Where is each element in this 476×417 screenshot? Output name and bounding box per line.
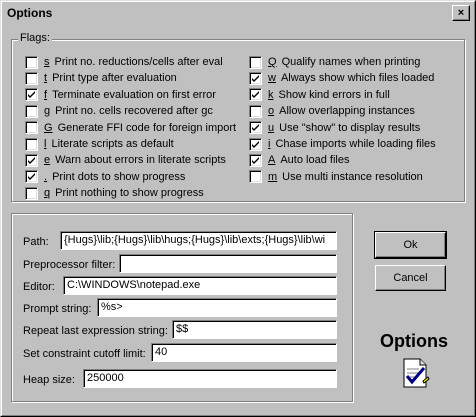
flag-label: Auto load files xyxy=(280,154,350,167)
flag-label: Generate FFI code for foreign import xyxy=(57,121,237,134)
check-icon xyxy=(252,124,259,132)
flag-checkbox[interactable] xyxy=(25,104,38,118)
flag-checkbox[interactable] xyxy=(249,104,262,118)
flag-key: . xyxy=(44,170,48,183)
check-icon xyxy=(252,156,259,164)
flag-m[interactable]: m Use multi instance resolution xyxy=(249,169,423,185)
flag-checkbox[interactable] xyxy=(25,137,38,151)
prompt-label: Prompt string: xyxy=(23,303,92,315)
flags-group-label: Flags: xyxy=(18,32,52,44)
flag-key: s xyxy=(44,56,50,68)
flag-key: A xyxy=(268,154,276,167)
flag-key: w xyxy=(268,72,276,85)
flag-Q[interactable]: Q Qualify names when printing xyxy=(249,54,420,70)
repeat-field[interactable]: $$ xyxy=(172,320,337,339)
prompt-field[interactable]: %s> xyxy=(97,298,337,317)
flag-checkbox[interactable] xyxy=(25,71,38,85)
flag-key: g xyxy=(44,105,51,118)
flag-key: l xyxy=(44,138,47,150)
flag-label: Allow overlapping instances xyxy=(279,105,415,118)
options-logo-text: Options xyxy=(380,331,448,351)
check-icon xyxy=(28,156,35,164)
options-dialog: Options × Flags: s Print no. reductions/c… xyxy=(0,0,476,417)
flag-label: Use "show" to display results xyxy=(279,121,421,134)
editor-field[interactable]: C:\WINDOWS\notepad.exe xyxy=(63,276,337,295)
flag-k[interactable]: k Show kind errors in full xyxy=(249,87,390,103)
cutoff-field[interactable]: 40 xyxy=(151,343,337,362)
ok-button[interactable]: Ok xyxy=(374,231,447,259)
path-label: Path: xyxy=(23,236,49,248)
cutoff-label: Set constraint cutoff limit: xyxy=(23,348,146,360)
flag-label: Print no. cells recovered after gc xyxy=(55,105,213,118)
flag-label: Chase imports while loading files xyxy=(275,138,436,150)
close-button[interactable]: × xyxy=(452,5,470,21)
flag-label: Qualify names when printing xyxy=(281,56,421,68)
check-icon xyxy=(252,140,259,148)
flag-checkbox[interactable] xyxy=(249,137,262,151)
flag-u[interactable]: u Use "show" to display results xyxy=(249,120,420,136)
flag-G[interactable]: G Generate FFI code for foreign import xyxy=(25,120,236,136)
flag-checkbox[interactable] xyxy=(25,153,38,167)
flag-q[interactable]: q Print nothing to show progress xyxy=(25,185,204,201)
check-icon xyxy=(252,74,259,82)
path-field[interactable]: {Hugs}\lib;{Hugs}\lib\hugs;{Hugs}\lib\ex… xyxy=(60,231,337,250)
flag-label: Terminate evaluation on first error xyxy=(52,88,216,101)
flag-key: e xyxy=(44,154,51,167)
title-bar[interactable]: Options × xyxy=(4,4,472,22)
flag-key: q xyxy=(44,187,51,200)
flag-key: u xyxy=(268,121,275,134)
flag-checkbox[interactable] xyxy=(249,88,262,102)
check-icon xyxy=(28,91,35,99)
preprocessor-label: Preprocessor filter: xyxy=(23,259,116,271)
options-checklist-icon xyxy=(403,358,430,388)
flag-checkbox[interactable] xyxy=(25,121,38,135)
heap-field[interactable]: 250000 xyxy=(83,369,337,388)
check-icon xyxy=(252,91,259,99)
flag-checkbox[interactable] xyxy=(25,170,38,184)
flag-key: m xyxy=(268,170,278,183)
flag-label: Warn about errors in literate scripts xyxy=(55,154,226,167)
preprocessor-field[interactable] xyxy=(119,254,337,273)
flag-checkbox[interactable] xyxy=(249,153,262,167)
flag-key: f xyxy=(44,88,48,101)
flag-s[interactable]: s Print no. reductions/cells after eval xyxy=(25,54,223,70)
check-icon xyxy=(28,173,35,181)
flag-f[interactable]: f Terminate evaluation on first error xyxy=(25,87,216,103)
flag-checkbox[interactable] xyxy=(249,170,262,184)
flag-label: Print no. reductions/cells after eval xyxy=(54,56,223,68)
flag-key: i xyxy=(268,138,271,150)
flag-t[interactable]: t Print type after evaluation xyxy=(25,70,177,86)
flag-label: Always show which files loaded xyxy=(280,72,435,85)
flag-checkbox[interactable] xyxy=(249,55,262,69)
flag-label: Print type after evaluation xyxy=(52,72,177,85)
flag-key: G xyxy=(44,121,53,134)
flag-checkbox[interactable] xyxy=(249,71,262,85)
flag-w[interactable]: w Always show which files loaded xyxy=(249,70,434,86)
heap-label: Heap size: xyxy=(23,374,75,386)
flag-label: Literate scripts as default xyxy=(51,138,174,150)
flag-label: Print nothing to show progress xyxy=(55,187,204,200)
flag-label: Show kind errors in full xyxy=(278,88,390,101)
flag-g[interactable]: g Print no. cells recovered after gc xyxy=(25,103,213,119)
flag-key: k xyxy=(268,88,274,101)
flag-e[interactable]: e Warn about errors in literate scripts xyxy=(25,152,226,168)
flag-o[interactable]: o Allow overlapping instances xyxy=(249,103,415,119)
flag-checkbox[interactable] xyxy=(25,88,38,102)
flag-key: t xyxy=(44,72,48,85)
repeat-label: Repeat last expression string: xyxy=(23,325,168,337)
window-title: Options xyxy=(7,6,53,20)
flag-l[interactable]: l Literate scripts as default xyxy=(25,136,174,152)
flag-A[interactable]: A Auto load files xyxy=(249,152,349,168)
flag-key: Q xyxy=(268,56,277,68)
flag-key: o xyxy=(268,105,275,118)
flag-checkbox[interactable] xyxy=(249,121,262,135)
flag-checkbox[interactable] xyxy=(25,55,38,69)
cancel-button[interactable]: Cancel xyxy=(375,265,446,291)
flag-label: Use multi instance resolution xyxy=(282,170,423,183)
editor-label: Editor: xyxy=(23,281,55,293)
flag-dot[interactable]: . Print dots to show progress xyxy=(25,169,185,185)
flag-checkbox[interactable] xyxy=(25,186,38,200)
flag-i[interactable]: i Chase imports while loading files xyxy=(249,136,436,152)
flag-label: Print dots to show progress xyxy=(52,170,186,183)
